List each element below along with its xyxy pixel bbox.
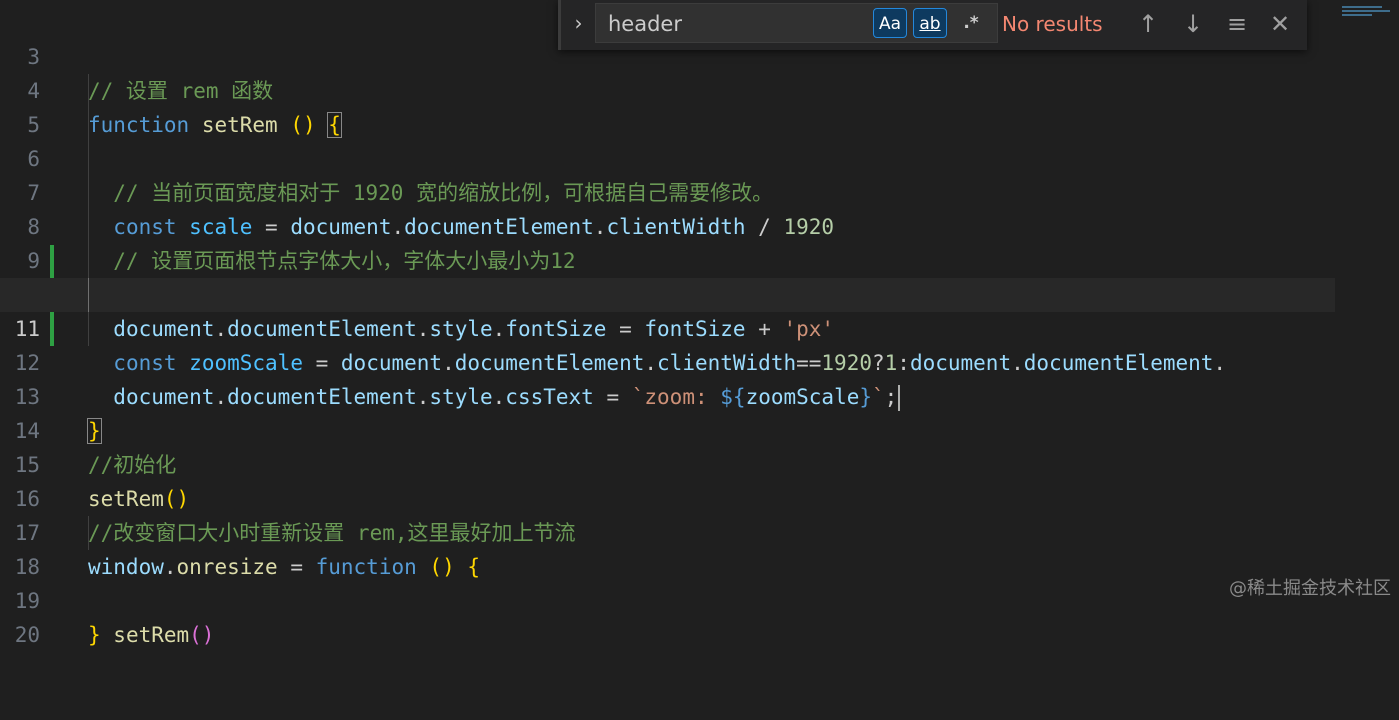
match-case-button[interactable]: Aa [873, 8, 907, 38]
code-line[interactable]: 18 setRem() [0, 516, 1335, 647]
code-line[interactable]: 9 document.documentElement.style.fontSiz… [0, 210, 1335, 341]
code-line-current[interactable]: 11 document.documentElement.style.cssTex… [0, 278, 1335, 411]
code-line[interactable]: 12 [0, 312, 1335, 375]
arrow-up-icon: ↑ [1137, 10, 1159, 38]
find-in-selection-button[interactable]: ≡ [1221, 8, 1253, 40]
next-match-button[interactable]: ↓ [1177, 8, 1209, 40]
code-editor[interactable]: 3 // 设置 rem 函数 4 function setRem () { 5 … [0, 0, 1399, 647]
code-line[interactable]: 17 window.onresize = function () { [0, 482, 1335, 579]
code-line[interactable]: 19 } [0, 550, 1335, 647]
find-input-box[interactable]: Aa ab .* [595, 3, 998, 43]
find-status: No results [1002, 12, 1103, 36]
find-input[interactable] [606, 10, 870, 38]
code-line[interactable]: 8 let fontSize = (baseSize * Math.min(sc… [0, 176, 1335, 307]
previous-match-button[interactable]: ↑ [1132, 8, 1164, 40]
use-regex-button[interactable]: .* [954, 8, 988, 38]
arrow-down-icon: ↓ [1182, 10, 1204, 38]
code-line[interactable]: 14 //初始化 [0, 380, 1335, 477]
indent-guide [88, 278, 89, 312]
selection-lines-icon: ≡ [1226, 10, 1248, 38]
code-line[interactable]: 16 //改变窗口大小时重新设置 rem,这里最好加上节流 [0, 448, 1335, 545]
indent-guide [88, 312, 89, 346]
indent-guide [88, 142, 89, 176]
close-icon: ✕ [1269, 10, 1291, 38]
indent-guide [88, 176, 89, 210]
indent-guide [88, 74, 89, 108]
find-widget: › Aa ab .* No results ↑ ↓ ≡ ✕ [558, 0, 1307, 50]
code-line[interactable]: 7 // 设置页面根节点字体大小，字体大小最小为12 [0, 142, 1335, 273]
code-line[interactable]: 6 const scale = document.documentElement… [0, 108, 1335, 239]
toggle-replace-button[interactable]: › [558, 0, 596, 50]
watermark: @稀土掘金技术社区 [1229, 578, 1391, 599]
indent-guide [88, 108, 89, 142]
code-line[interactable]: 13 } [0, 346, 1335, 444]
indent-guide [88, 210, 89, 244]
line-number: 20 [14, 623, 40, 647]
indent-guide [88, 244, 89, 278]
code-line[interactable]: 20 [0, 584, 1335, 647]
code-text: } [88, 623, 101, 647]
indent-guide [88, 516, 89, 550]
match-whole-word-button[interactable]: ab [913, 8, 947, 38]
code-line[interactable]: 15 setRem() [0, 414, 1335, 511]
code-line[interactable]: 10 const zoomScale = document.documentEl… [0, 244, 1335, 375]
close-find-button[interactable]: ✕ [1264, 8, 1296, 40]
minimap[interactable] [1342, 6, 1392, 24]
code-text: setRem() [113, 623, 215, 647]
chevron-right-icon: › [574, 11, 583, 35]
code-line[interactable]: 5 // 当前页面宽度相对于 1920 宽的缩放比例，可根据自己需要修改。 [0, 74, 1335, 205]
